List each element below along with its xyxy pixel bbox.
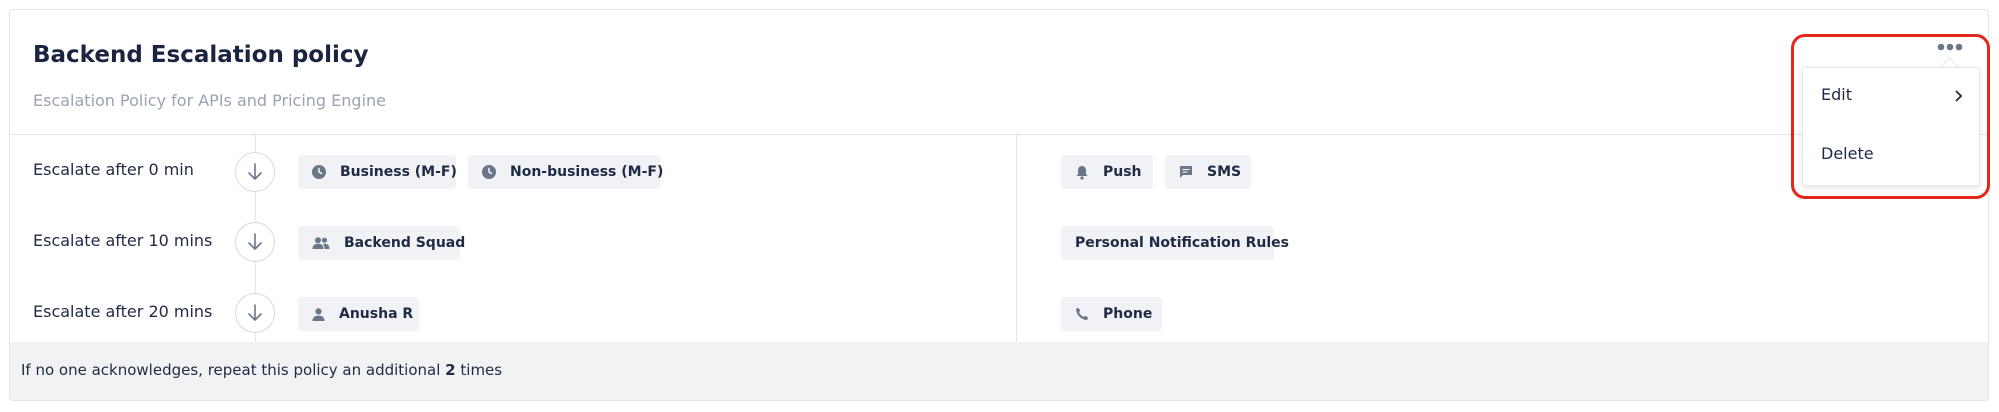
notification-chip[interactable]: Push (1061, 155, 1153, 189)
target-chip-label: Backend Squad (344, 235, 466, 251)
clock-icon (482, 165, 496, 179)
clock-icon (312, 165, 326, 179)
repeat-policy-text: If no one acknowledges, repeat this poli… (21, 361, 502, 379)
notification-chip[interactable]: Phone (1061, 297, 1162, 331)
repeat-suffix: times (460, 361, 503, 379)
step-label: Escalate after 20 mins (33, 302, 213, 321)
arrow-down-icon (235, 152, 275, 192)
arrow-down-icon (235, 222, 275, 262)
policy-description: Escalation Policy for APIs and Pricing E… (33, 91, 386, 110)
user-icon (312, 307, 325, 321)
bell-icon (1076, 165, 1088, 180)
phone-icon (1076, 307, 1089, 320)
notification-chip-label: Phone (1103, 306, 1153, 322)
step-label: Escalate after 10 mins (33, 231, 213, 250)
step-label: Escalate after 0 min (33, 160, 194, 179)
message-icon (1180, 166, 1192, 178)
notification-chip-label: Push (1103, 164, 1142, 180)
notification-chip[interactable]: SMS (1165, 155, 1251, 189)
target-chip-label: Non-business (M-F) (510, 164, 664, 180)
arrow-down-icon (235, 293, 275, 333)
target-chip[interactable]: Non-business (M-F) (468, 155, 664, 189)
policy-title: Backend Escalation policy (33, 42, 369, 68)
target-chip[interactable]: Backend Squad (298, 226, 465, 260)
target-chip-label: Anusha R (339, 306, 414, 322)
notification-chip-label: SMS (1207, 164, 1242, 180)
repeat-prefix: If no one acknowledges, repeat this poli… (21, 361, 441, 379)
column-divider (1016, 135, 1017, 342)
target-chip[interactable]: Business (M-F) (298, 155, 457, 189)
repeat-policy-footer: If no one acknowledges, repeat this poli… (10, 342, 1988, 400)
header-divider (9, 134, 1989, 135)
target-chip[interactable]: Anusha R (298, 297, 419, 331)
highlight-annotation (1791, 34, 1990, 199)
team-icon (312, 237, 330, 249)
repeat-count: 2 (445, 361, 456, 379)
notification-chip-label: Personal Notification Rules (1075, 235, 1289, 251)
target-chip-label: Business (M-F) (340, 164, 457, 180)
notification-chip[interactable]: Personal Notification Rules (1061, 226, 1289, 260)
